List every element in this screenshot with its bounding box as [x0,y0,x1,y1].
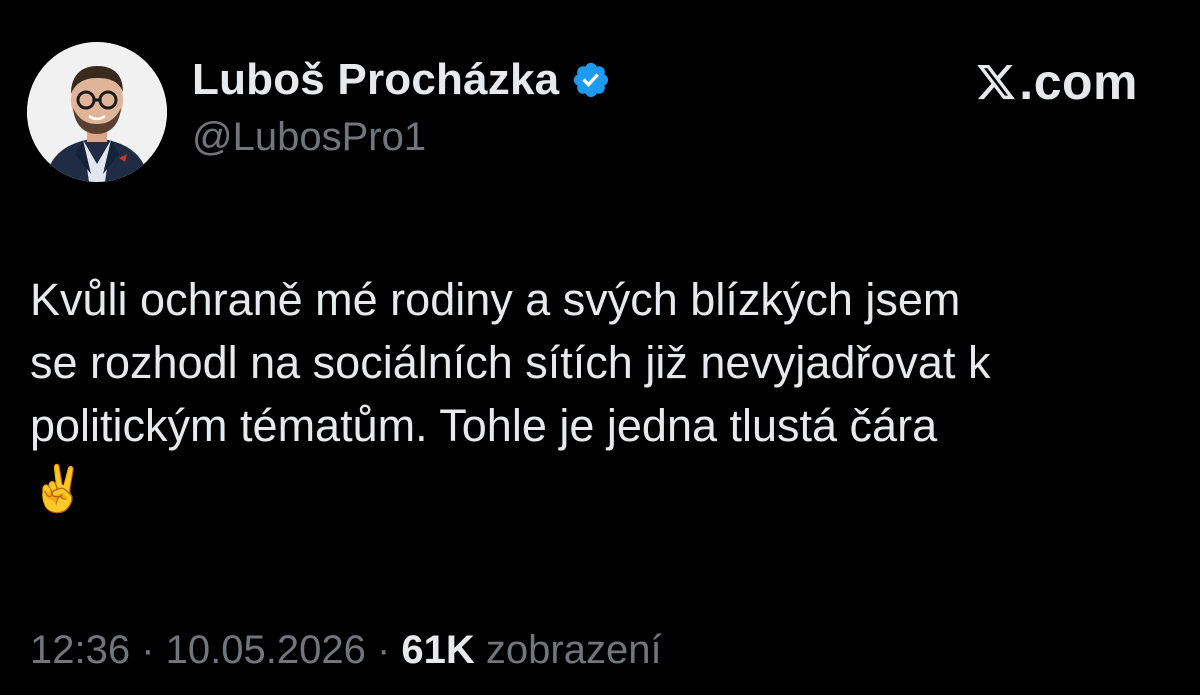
author-display-name[interactable]: Luboš Procházka [192,55,559,105]
meta-separator: · [130,628,166,672]
views-count[interactable]: 61K [401,628,474,672]
tweet-card: Luboš Procházka @LubosPro1 .com Kvůli oc… [0,0,1200,695]
tweet-body-text: Kvůli ochraně mé rodiny a svých blízkých… [30,274,991,514]
avatar[interactable] [27,42,167,182]
tweet-meta: 12:36 · 10.05.2026 · 61K zobrazení [30,628,662,673]
profile-photo-icon [27,42,167,182]
x-logo-icon [977,64,1016,100]
tweet-date[interactable]: 10.05.2026 [166,628,366,672]
x-brand: .com [975,54,1138,110]
verified-badge-icon[interactable] [571,60,611,100]
views-label: zobrazení [485,628,662,672]
tweet-time[interactable]: 12:36 [30,628,130,672]
author-name-row: Luboš Procházka [192,52,611,108]
author-handle[interactable]: @LubosPro1 [192,115,426,160]
meta-separator: · [365,628,402,672]
brand-domain-text: .com [1019,54,1138,110]
